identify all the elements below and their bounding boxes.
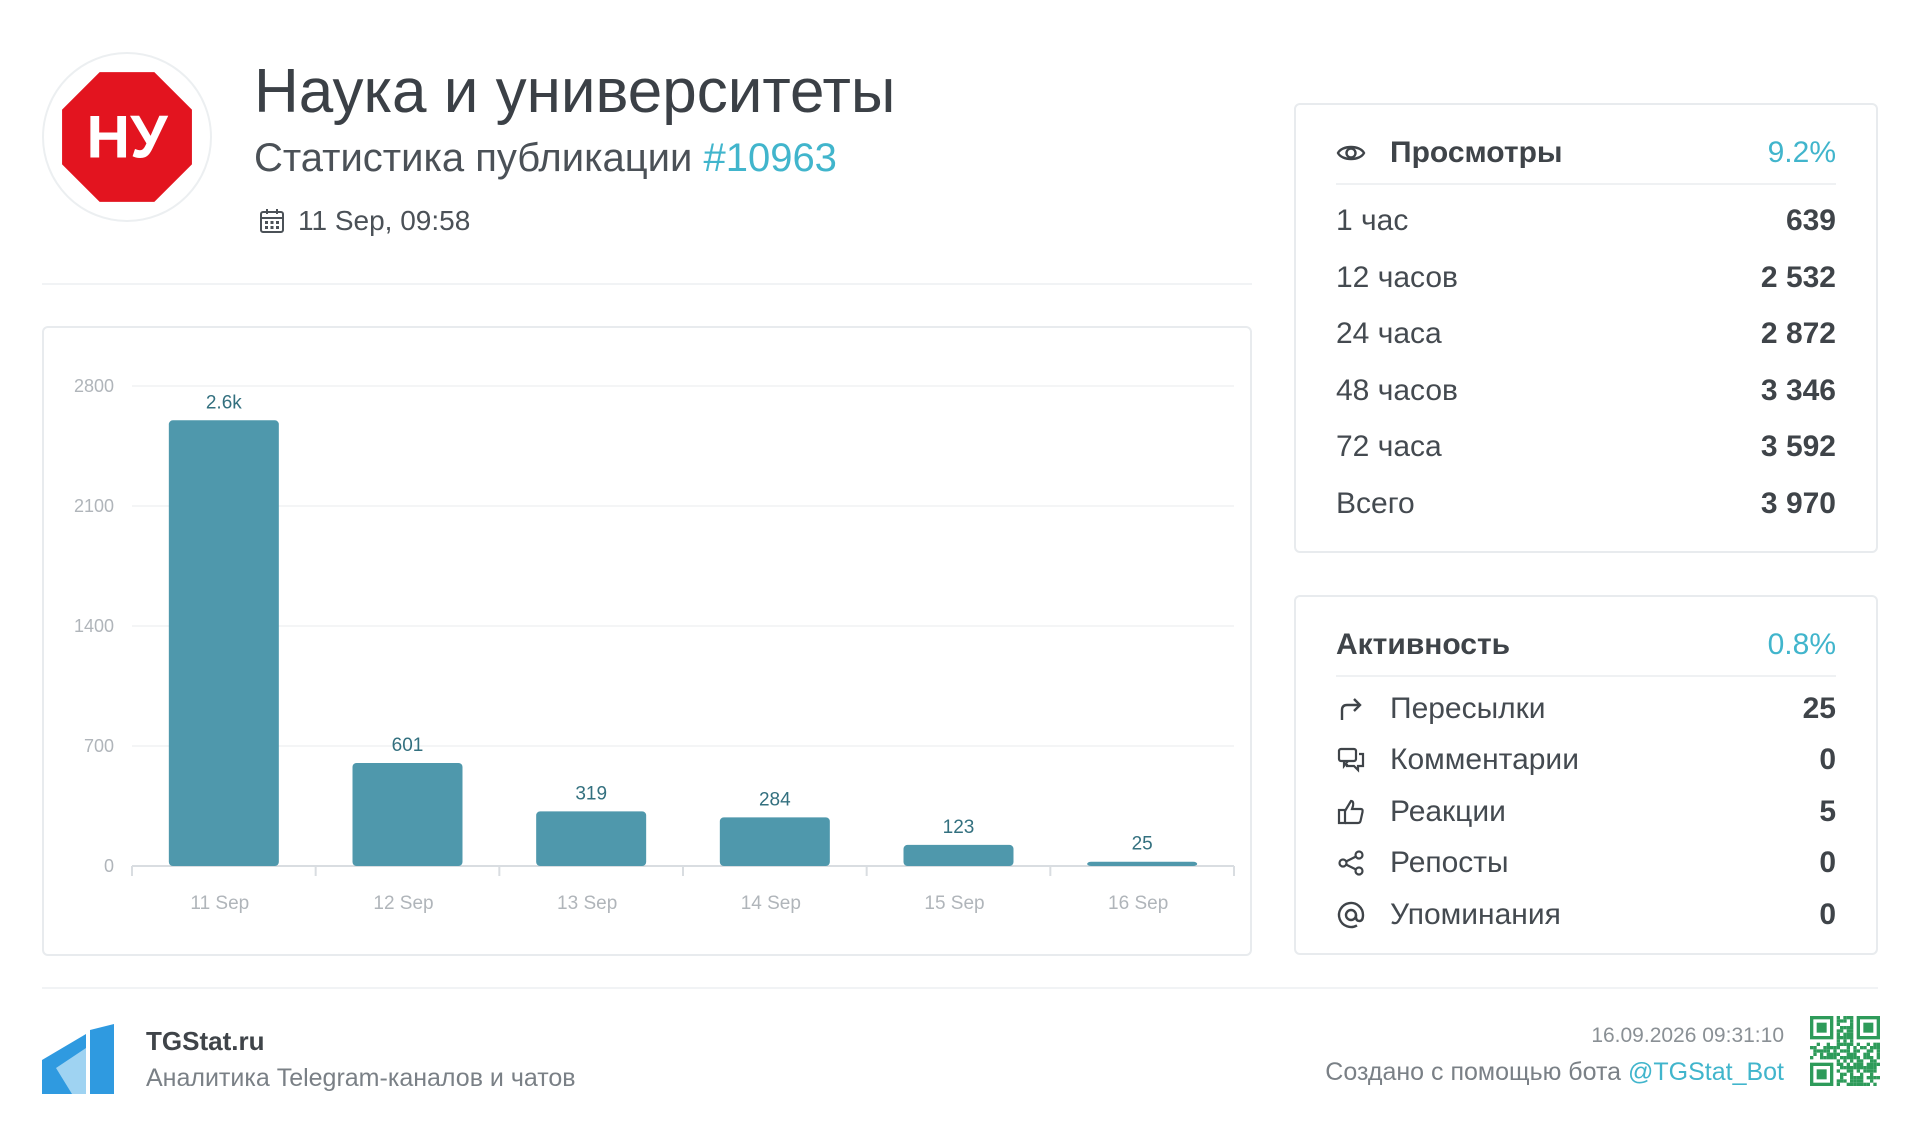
views-row-label: 1 час: [1336, 204, 1409, 238]
activity-row-label: Реакции: [1390, 794, 1506, 828]
views-chart-card: 0 700 1400 2100 2800 2.6k 11 Sep 601 12 Sep 319 13…: [42, 326, 1252, 956]
activity-row: Реакции 5: [1336, 786, 1836, 838]
activity-row: Пересылки 25: [1336, 683, 1836, 735]
activity-percent: 0.8%: [1767, 628, 1836, 661]
views-row-value: 3 970: [1760, 486, 1836, 520]
bar-value-label: 319: [575, 783, 607, 804]
x-tick-label: 13 Sep: [557, 893, 617, 914]
share-icon: [1338, 850, 1364, 876]
bar-value-label: 25: [1132, 834, 1153, 855]
bar: [1087, 861, 1198, 866]
thumbs-up-icon: [1337, 799, 1364, 824]
publication-id-link[interactable]: #10963: [703, 136, 836, 180]
views-row-value: 2 872: [1760, 317, 1836, 351]
at-icon: [1337, 901, 1365, 928]
views-card: Просмотры 9.2% 1 час 639 12 часов 2 532 24 ч…: [1294, 103, 1878, 553]
y-tick-label: 2800: [74, 376, 114, 396]
activity-card-header: Активность 0.8%: [1336, 615, 1836, 677]
eye-icon: [1336, 145, 1366, 161]
views-row: Всего 3 970: [1336, 476, 1836, 533]
y-tick-label: 1400: [74, 616, 114, 636]
views-title: Просмотры: [1390, 136, 1563, 169]
bar: [903, 844, 1014, 866]
bar-value-label: 601: [392, 735, 424, 756]
views-row-label: 48 часов: [1336, 373, 1458, 407]
footer-timestamp: 16.09.2026 09:31:10: [1591, 1024, 1784, 1047]
views-row: 24 часа 2 872: [1336, 306, 1836, 363]
activity-row-value: 5: [1819, 794, 1836, 828]
bar: [536, 811, 647, 866]
bar: [719, 817, 830, 866]
activity-card: Активность 0.8% Пересылки 25 Комментарии 0 Р…: [1294, 595, 1878, 955]
bot-link[interactable]: @TGStat_Bot: [1628, 1058, 1784, 1086]
activity-row-label: Пересылки: [1390, 691, 1546, 725]
activity-row: Репосты 0: [1336, 838, 1836, 890]
x-tick-label: 16 Sep: [1108, 893, 1168, 914]
views-row-value: 3 592: [1760, 430, 1836, 464]
activity-row-value: 0: [1819, 743, 1836, 777]
publication-date-text: 11 Sep, 09:58: [298, 205, 471, 236]
views-rows: 1 час 639 12 часов 2 532 24 часа 2 872 48 часо…: [1336, 193, 1836, 532]
views-row: 12 часов 2 532: [1336, 250, 1836, 307]
views-row-label: 24 часа: [1336, 317, 1442, 351]
activity-row: Упоминания 0: [1336, 889, 1836, 941]
views-row-value: 2 532: [1760, 260, 1836, 294]
views-row: 48 часов 3 346: [1336, 363, 1836, 420]
activity-row: Комментарии 0: [1336, 735, 1836, 787]
publication-subtitle: Статистика публикации #10963: [254, 136, 837, 181]
x-tick-label: 12 Sep: [373, 893, 433, 914]
views-row-label: 72 часа: [1336, 430, 1442, 464]
x-tick-label: 15 Sep: [924, 893, 984, 914]
activity-title: Активность: [1336, 628, 1511, 661]
bar: [352, 762, 463, 866]
header-divider: [42, 283, 1252, 285]
activity-row-label: Репосты: [1390, 846, 1509, 880]
channel-avatar: НУ: [42, 52, 212, 222]
activity-row-label: Комментарии: [1390, 743, 1579, 777]
publication-date: 11 Sep, 09:58: [258, 205, 470, 237]
activity-row-value: 25: [1802, 691, 1836, 725]
footer-brand[interactable]: TGStat.ru: [146, 1026, 264, 1057]
forward-icon: [1340, 697, 1362, 720]
subtitle-prefix: Статистика публикации: [254, 136, 693, 180]
y-tick-label: 0: [104, 856, 114, 876]
comments-icon: [1337, 748, 1365, 773]
channel-title: Наука и университеты: [254, 57, 896, 126]
y-tick-label: 700: [84, 736, 114, 756]
bar: [168, 420, 279, 866]
activity-row-value: 0: [1819, 897, 1836, 931]
activity-row-value: 0: [1819, 846, 1836, 880]
y-tick-label: 2100: [74, 496, 114, 516]
calendar-icon: [260, 209, 284, 233]
footer-credit: Создано с помощью бота @TGStat_Bot: [1325, 1058, 1784, 1087]
x-tick-label: 14 Sep: [741, 893, 801, 914]
views-bar-chart: 0 700 1400 2100 2800 2.6k 11 Sep 601 12 Sep 319 13…: [74, 376, 1235, 914]
footer-description: Аналитика Telegram-каналов и чатов: [146, 1064, 576, 1092]
activity-rows: Пересылки 25 Комментарии 0 Реакции 5 Репосты 0 У…: [1336, 683, 1836, 941]
footer-divider: [42, 987, 1878, 989]
bar-value-label: 123: [943, 817, 975, 838]
logo-text: НУ: [86, 103, 169, 171]
views-percent: 9.2%: [1767, 136, 1836, 169]
bar-value-label: 2.6k: [206, 392, 242, 413]
views-row: 1 час 639: [1336, 193, 1836, 250]
views-row: 72 часа 3 592: [1336, 419, 1836, 476]
activity-row-label: Упоминания: [1390, 897, 1561, 931]
bar-value-label: 284: [759, 789, 791, 810]
footer-credit-prefix: Создано с помощью бота: [1325, 1058, 1622, 1086]
views-row-label: 12 часов: [1336, 260, 1458, 294]
x-tick-label: 11 Sep: [190, 893, 249, 914]
tgstat-logo-icon: [42, 1024, 114, 1094]
views-card-header: Просмотры 9.2%: [1336, 123, 1836, 185]
views-row-label: Всего: [1336, 486, 1415, 520]
views-row-value: 3 346: [1760, 373, 1836, 407]
views-row-value: 639: [1785, 204, 1836, 238]
qr-code-icon: [1810, 1016, 1880, 1086]
